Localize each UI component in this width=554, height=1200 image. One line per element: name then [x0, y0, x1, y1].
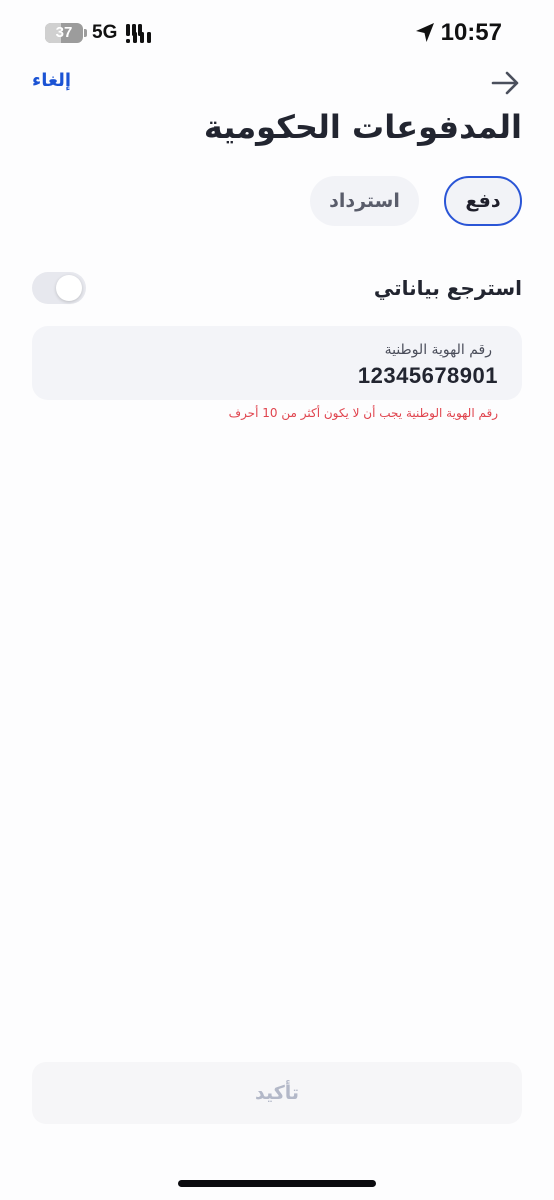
government-payments-screen: 37 5G 10:57 إلغاء المدفوعات الحكومية دفع…	[0, 0, 554, 1200]
national-id-field[interactable]: رقم الهوية الوطنية 12345678901	[32, 326, 522, 400]
network-type: 5G	[92, 22, 118, 43]
battery-icon: 37	[45, 23, 87, 43]
confirm-button[interactable]: تأكيد	[32, 1062, 522, 1124]
battery-nub	[84, 29, 87, 37]
tab-pay[interactable]: دفع	[444, 176, 522, 226]
toggle-knob	[56, 275, 82, 301]
battery-level: 37	[55, 24, 73, 41]
tab-refund[interactable]: استرداد	[310, 176, 419, 226]
page-title: المدفوعات الحكومية	[203, 108, 522, 146]
home-indicator	[178, 1180, 376, 1187]
cancel-link[interactable]: إلغاء	[32, 70, 71, 91]
status-bar: 37 5G 10:57	[0, 0, 554, 66]
retrieve-data-label: استرجع بياناتي	[373, 276, 522, 300]
national-id-error: رقم الهوية الوطنية يجب أن لا يكون أكثر م…	[228, 406, 498, 420]
status-time: 10:57	[440, 19, 502, 46]
retrieve-data-toggle[interactable]	[32, 272, 86, 304]
signal-bars-icon	[126, 24, 151, 43]
location-arrow-icon	[416, 23, 434, 42]
national-id-label: رقم الهوية الوطنية	[384, 342, 492, 358]
arrow-right-icon[interactable]	[490, 68, 522, 98]
national-id-value[interactable]: 12345678901	[358, 363, 498, 389]
